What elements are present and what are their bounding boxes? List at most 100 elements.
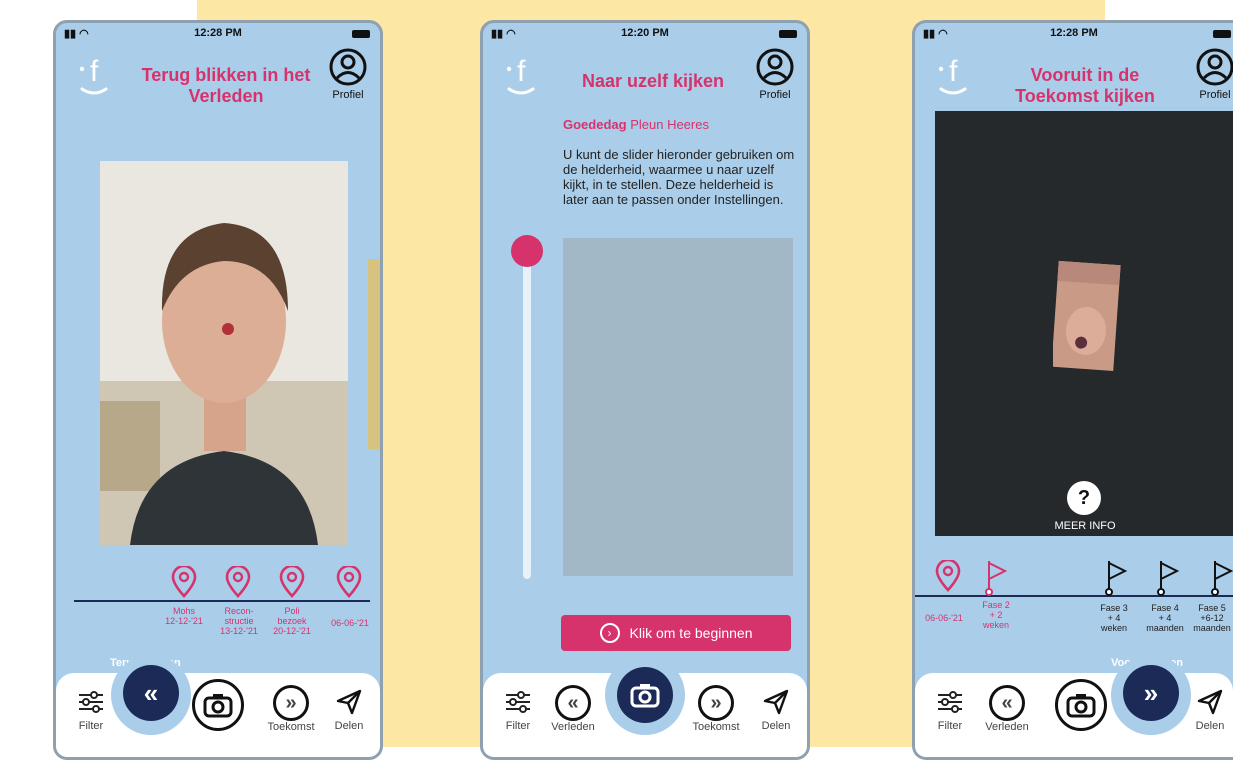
camera-preview [563,238,793,576]
timeline-line [915,595,1233,597]
greeting: Goededag Pleun Heeres [563,117,709,132]
nav-past[interactable]: « Verleden [977,685,1037,733]
nav-share[interactable]: Delen [1187,687,1233,732]
brightness-slider-thumb[interactable] [511,235,543,267]
double-chevron-left-icon: « [555,685,591,721]
status-bar: ▮▮ ◠ 12:20 PM [483,25,807,43]
status-bar: ▮▮ ◠ 12:28 PM [56,25,380,43]
nav-past-label: Verleden [985,721,1029,733]
page-title: Terug blikken in het Verleden [141,65,311,106]
timeline-label: 06-06-'21 [925,613,963,623]
flag-icon[interactable] [985,559,1009,597]
profile-label: Profiel [759,89,791,101]
nav-share-label: Delen [334,720,364,732]
page-title: Naar uzelf kijken [581,71,725,91]
start-button[interactable]: › Klik om te beginnen [561,615,791,651]
timeline-label: Fase 2 + 2 weken [982,600,1010,630]
logo-letter: f [517,55,526,88]
app-logo: f [938,55,967,95]
nav-future-button[interactable]: » [1123,665,1179,721]
nav-past-label: Verleden [551,721,595,733]
camera-button[interactable] [192,679,244,731]
profile-label: Profiel [1199,89,1231,101]
send-icon [763,689,789,715]
more-info-label[interactable]: MEER INFO [1035,520,1135,532]
timeline-label: Poli bezoek 20-12-'21 [273,606,311,636]
page-title: Vooruit in de Toekomst kijken [1015,65,1155,106]
profile-icon [329,48,367,86]
sliders-icon [938,691,962,713]
nav-share[interactable]: Delen [751,687,801,732]
location-pin-icon[interactable] [935,560,961,592]
battery-icon [1213,30,1231,38]
sliders-icon [506,691,530,713]
send-icon [336,689,362,715]
flag-icon[interactable] [1211,559,1233,597]
battery-icon [352,30,370,38]
flag-icon[interactable] [1157,559,1181,597]
nav-filter-label: Filter [505,720,531,732]
nav-share[interactable]: Delen [324,687,374,732]
help-icon[interactable]: ? [1067,481,1101,515]
profile-label: Profiel [332,89,364,101]
nav-share-label: Delen [1195,720,1225,732]
nav-future-label: Toekomst [692,721,740,733]
nav-filter[interactable]: Filter [66,687,116,732]
nav-share-label: Delen [761,720,791,732]
start-button-label: Klik om te beginnen [629,625,753,641]
nav-future[interactable]: » Toekomst [686,685,746,733]
camera-button[interactable] [1055,679,1107,731]
instructions-text: U kunt de slider hieronder gebruiken om … [563,147,795,207]
double-chevron-right-icon: » [273,685,309,721]
location-pin-icon[interactable] [225,566,251,598]
phone-screen-future: ▮▮ ◠ 12:28 PM f Vooruit in de Toekomst k… [912,20,1233,760]
profile-button[interactable]: Profiel [322,47,374,101]
profile-button[interactable]: Profiel [1189,47,1233,101]
sliders-icon [79,691,103,713]
next-photo-peek[interactable] [368,259,380,449]
camera-icon [203,694,233,718]
nav-future-label: Toekomst [267,721,315,733]
nav-filter[interactable]: Filter [925,687,975,732]
face-photo [100,161,348,545]
double-chevron-right-icon: » [1143,677,1159,708]
location-pin-icon[interactable] [171,566,197,598]
nav-past-button[interactable]: « [123,665,179,721]
location-pin-icon[interactable] [336,566,362,598]
double-chevron-right-icon: » [698,685,734,721]
profile-button[interactable]: Profiel [749,47,801,101]
nose-photo [1053,261,1121,371]
profile-icon [1196,48,1233,86]
status-time: 12:28 PM [194,27,242,39]
app-logo: f [79,55,108,95]
phone-screen-past: ▮▮ ◠ 12:28 PM f Terug blikken in het Ver… [53,20,383,760]
timeline-label: Fase 5 +6-12 maanden [1193,603,1231,633]
nav-filter-label: Filter [78,720,104,732]
location-pin-icon[interactable] [279,566,305,598]
status-time: 12:28 PM [1050,27,1098,39]
greeting-word: Goededag [563,117,627,132]
camera-button[interactable] [617,667,673,723]
timeline-label: Fase 4 + 4 maanden [1146,603,1184,633]
flag-icon[interactable] [1105,559,1129,597]
double-chevron-left-icon: « [143,677,159,708]
nav-past[interactable]: « Verleden [543,685,603,733]
nav-future[interactable]: » Toekomst [261,685,321,733]
battery-icon [779,30,797,38]
double-chevron-left-icon: « [989,685,1025,721]
timeline-label: Fase 3 + 4 weken [1100,603,1128,633]
timeline-label: Recon-structie 13-12-'21 [220,606,258,636]
status-time: 12:20 PM [621,27,669,39]
timeline-label: Mohs 12-12-'21 [165,606,203,626]
logo-letter: f [949,55,958,88]
timeline-line [74,600,370,602]
phone-screen-self: ▮▮ ◠ 12:20 PM f Naar uzelf kijken Profie… [480,20,810,760]
nav-filter[interactable]: Filter [493,687,543,732]
nav-filter-label: Filter [937,720,963,732]
app-logo: f [506,55,535,95]
user-name: Pleun Heeres [630,117,709,132]
status-bar: ▮▮ ◠ 12:28 PM [915,25,1233,43]
logo-letter: f [90,55,99,88]
brightness-slider-track[interactable] [523,251,531,579]
timeline-label: 06-06-'21 [331,618,369,628]
